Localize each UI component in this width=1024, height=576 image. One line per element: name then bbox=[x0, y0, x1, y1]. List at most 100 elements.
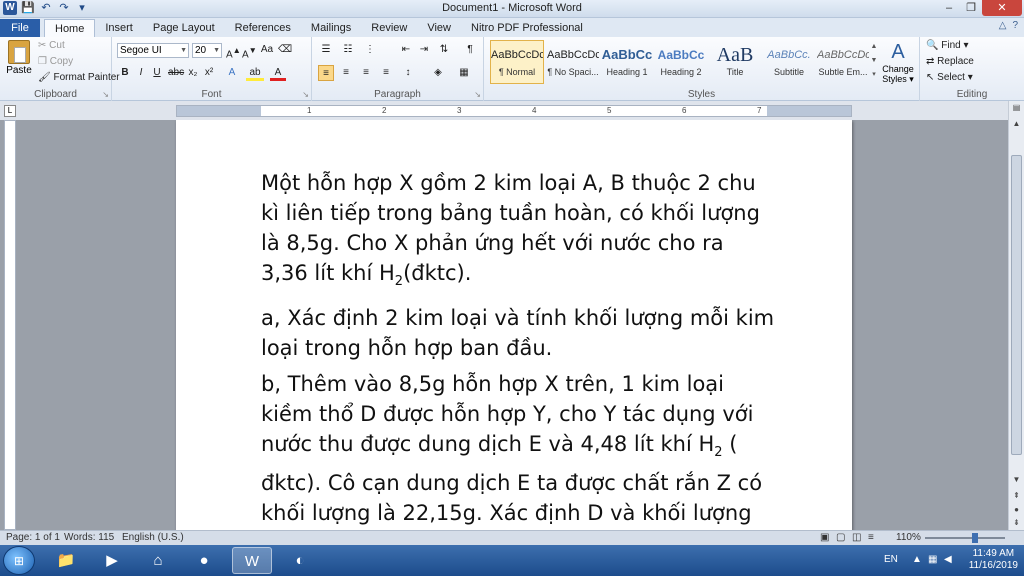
tab-view[interactable]: View bbox=[417, 19, 461, 37]
superscript-button[interactable]: x² bbox=[202, 65, 216, 81]
full-screen-icon[interactable]: ▢ bbox=[836, 532, 845, 543]
dialog-launcher-icon[interactable]: ↘ bbox=[474, 90, 481, 99]
subscript-button[interactable]: x₂ bbox=[186, 65, 200, 81]
shading-icon[interactable]: ◈ bbox=[430, 65, 446, 81]
align-center-icon[interactable]: ≡ bbox=[338, 65, 354, 81]
tab-insert[interactable]: Insert bbox=[95, 19, 143, 37]
app-icon[interactable]: ⌂ bbox=[138, 547, 178, 574]
line-spacing-icon[interactable]: ↕ bbox=[400, 65, 416, 81]
font-color-icon[interactable]: A bbox=[270, 65, 286, 81]
previous-page-icon[interactable]: ⇞ bbox=[1009, 489, 1024, 503]
replace-button[interactable]: ⇄ Replace bbox=[926, 56, 974, 67]
bold-button[interactable]: B bbox=[118, 65, 132, 81]
justify-icon[interactable]: ≡ bbox=[378, 65, 394, 81]
scroll-up-icon[interactable]: ▲ bbox=[1009, 117, 1024, 131]
align-left-icon[interactable]: ≡ bbox=[318, 65, 334, 81]
minimize-button[interactable]: – bbox=[938, 0, 960, 16]
underline-button[interactable]: U bbox=[150, 65, 164, 81]
page-count[interactable]: Page: 1 of 1 bbox=[6, 532, 60, 543]
style-no-spacing[interactable]: AaBbCcDc ¶ No Spaci... bbox=[546, 40, 600, 84]
title-bar: W 💾 ↶ ↷ ▾ Document1 - Microsoft Word – ❐… bbox=[0, 0, 1024, 18]
network-icon[interactable]: ▦ bbox=[928, 554, 937, 565]
font-size-select[interactable]: 20 ▼ bbox=[192, 43, 222, 58]
grow-font-button[interactable]: A▲ bbox=[226, 42, 241, 60]
copy-button[interactable]: ❐ Copy bbox=[38, 56, 73, 67]
tab-file[interactable]: File bbox=[0, 19, 40, 37]
horizontal-ruler[interactable]: 1 2 3 4 5 6 7 bbox=[176, 105, 852, 117]
next-page-icon[interactable]: ⇟ bbox=[1009, 516, 1024, 530]
align-right-icon[interactable]: ≡ bbox=[358, 65, 374, 81]
change-case-button[interactable]: Aa bbox=[260, 42, 274, 58]
draft-icon[interactable]: ≡ bbox=[868, 532, 874, 543]
bullets-icon[interactable]: ☰ bbox=[318, 42, 334, 58]
decrease-indent-icon[interactable]: ⇤ bbox=[398, 42, 414, 58]
numbering-icon[interactable]: ☷ bbox=[340, 42, 356, 58]
volume-icon[interactable]: ◀ bbox=[944, 554, 952, 565]
scroll-thumb[interactable] bbox=[1011, 155, 1022, 455]
vertical-ruler[interactable] bbox=[4, 120, 16, 530]
clipboard-icon bbox=[8, 40, 30, 64]
tab-selector[interactable]: L bbox=[4, 105, 16, 117]
scroll-down-icon[interactable]: ▼ bbox=[1009, 473, 1024, 487]
style-title[interactable]: AaB Title bbox=[708, 40, 762, 84]
select-button[interactable]: ↖ Select ▾ bbox=[926, 72, 973, 83]
highlight-icon[interactable]: ab bbox=[246, 65, 264, 81]
dialog-launcher-icon[interactable]: ↘ bbox=[302, 90, 309, 99]
show-formatting-icon[interactable]: ¶ bbox=[462, 42, 478, 58]
restore-button[interactable]: ❐ bbox=[960, 0, 982, 16]
web-layout-icon[interactable]: ◫ bbox=[852, 532, 861, 543]
sort-icon[interactable]: ⇅ bbox=[436, 42, 452, 58]
style-heading-2[interactable]: AaBbCc Heading 2 bbox=[654, 40, 708, 84]
tray-arrow-icon[interactable]: ▲ bbox=[912, 554, 922, 565]
dialog-launcher-icon[interactable]: ↘ bbox=[102, 90, 109, 99]
tab-references[interactable]: References bbox=[225, 19, 301, 37]
tab-mailings[interactable]: Mailings bbox=[301, 19, 361, 37]
style-subtle-emphasis[interactable]: AaBbCcDc Subtle Em... bbox=[816, 40, 870, 84]
word-count[interactable]: Words: 115 bbox=[64, 532, 114, 543]
word-taskbar-icon[interactable]: W bbox=[232, 547, 272, 574]
minimize-ribbon-icon[interactable]: △ bbox=[999, 20, 1007, 31]
zoom-thumb[interactable] bbox=[972, 533, 978, 543]
borders-icon[interactable]: ▦ bbox=[456, 65, 472, 81]
document-body[interactable]: Một hỗn hợp X gồm 2 kim loại A, B thuộc … bbox=[261, 168, 776, 530]
clock[interactable]: 11:49 AM 11/16/2019 bbox=[969, 548, 1018, 572]
style-subtitle[interactable]: AaBbCc. Subtitle bbox=[762, 40, 816, 84]
vertical-scrollbar[interactable]: ▤ ▲ ▼ ⇞ ● ⇟ bbox=[1008, 101, 1024, 530]
chevron-down-icon: ▼ bbox=[213, 47, 220, 54]
text-effects-icon[interactable]: A bbox=[224, 65, 240, 81]
document-page[interactable]: Một hỗn hợp X gồm 2 kim loại A, B thuộc … bbox=[176, 120, 852, 530]
zoom-slider[interactable] bbox=[925, 533, 1005, 543]
change-styles-button[interactable]: A Change Styles ▾ bbox=[880, 40, 916, 85]
app-icon[interactable]: ◐ bbox=[280, 547, 320, 574]
firefox-icon[interactable]: ● bbox=[184, 547, 224, 574]
cut-button[interactable]: ✂ Cut bbox=[38, 40, 65, 51]
find-button[interactable]: 🔍 Find ▾ bbox=[926, 40, 969, 51]
font-name-select[interactable]: Segoe UI ▼ bbox=[117, 43, 189, 58]
styles-scroll[interactable]: ▲ ▼ ▾ bbox=[870, 40, 878, 84]
zoom-level[interactable]: 110% bbox=[896, 532, 921, 543]
explorer-icon[interactable]: 📁 bbox=[46, 547, 86, 574]
print-layout-icon[interactable]: ▣ bbox=[820, 532, 829, 543]
clear-formatting-icon[interactable]: ⌫ bbox=[278, 42, 292, 58]
increase-indent-icon[interactable]: ⇥ bbox=[416, 42, 432, 58]
language-indicator[interactable]: English (U.S.) bbox=[122, 532, 184, 543]
shrink-font-button[interactable]: A▼ bbox=[242, 42, 257, 60]
strikethrough-button[interactable]: abc bbox=[168, 65, 184, 81]
language-indicator[interactable]: EN bbox=[884, 554, 898, 565]
start-button[interactable]: ⊞ bbox=[3, 546, 35, 575]
tab-home[interactable]: Home bbox=[44, 19, 96, 37]
paste-button[interactable]: Paste bbox=[4, 40, 34, 84]
multilevel-list-icon[interactable]: ⋮ bbox=[362, 42, 378, 58]
tab-page-layout[interactable]: Page Layout bbox=[143, 19, 225, 37]
tab-review[interactable]: Review bbox=[361, 19, 417, 37]
browse-object-icon[interactable]: ● bbox=[1009, 503, 1024, 517]
style-heading-1[interactable]: AaBbCc Heading 1 bbox=[600, 40, 654, 84]
ruler-toggle-icon[interactable]: ▤ bbox=[1009, 101, 1024, 115]
tab-nitro-pdf[interactable]: Nitro PDF Professional bbox=[461, 19, 593, 37]
italic-button[interactable]: I bbox=[134, 65, 148, 81]
close-button[interactable]: ✕ bbox=[982, 0, 1022, 16]
help-icon[interactable]: ? bbox=[1012, 20, 1018, 31]
style-normal[interactable]: AaBbCcDc ¶ Normal bbox=[490, 40, 544, 84]
format-painter-button[interactable]: 🖌 Format Painter bbox=[38, 72, 120, 83]
media-player-icon[interactable]: ▶ bbox=[92, 547, 132, 574]
